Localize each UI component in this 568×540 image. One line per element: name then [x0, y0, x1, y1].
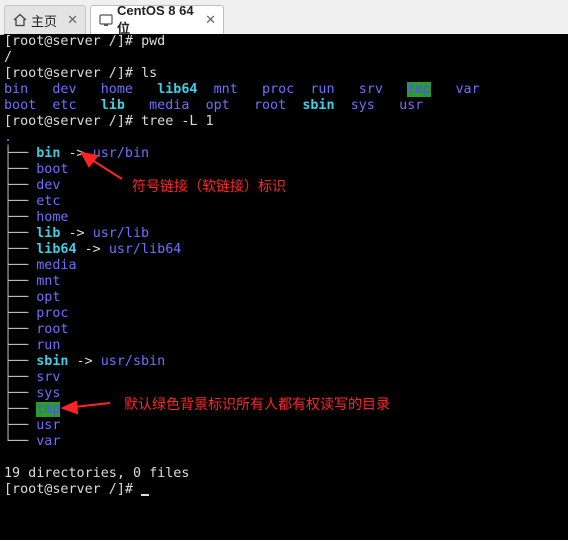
annotation-symlink: 符号链接（软链接）标识 [132, 179, 286, 195]
tmp-arrow-head [60, 400, 79, 415]
tmp-arrow [73, 402, 111, 408]
annotation-tmp: 默认绿色背景标识所有人都有权读写的目录 [124, 397, 390, 413]
symlink-arrow [91, 159, 123, 180]
symlink-arrow-head [80, 151, 99, 168]
annotation-arrows [60, 151, 123, 415]
